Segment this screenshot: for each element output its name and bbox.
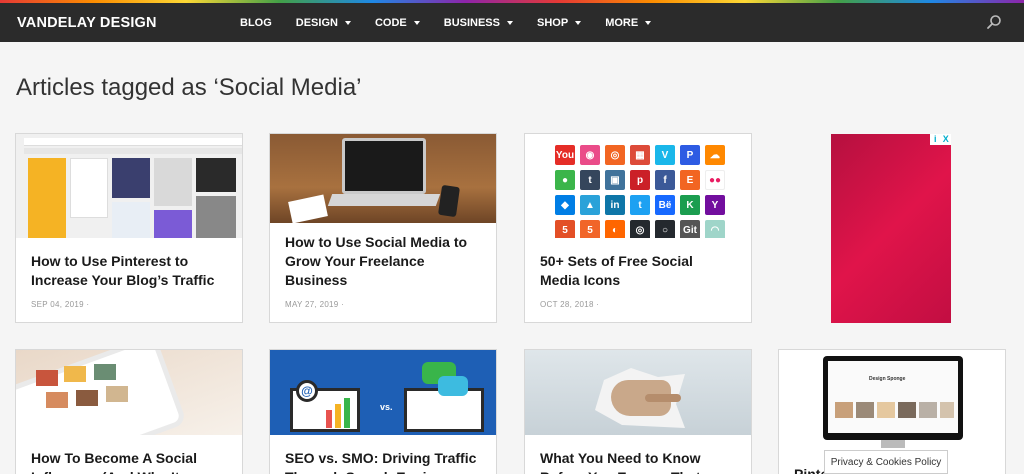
nav-item-business[interactable]: BUSINESS [444, 17, 513, 29]
nav-label: BUSINESS [443, 16, 500, 29]
article-card[interactable]: @ vs. SEO vs. SMO: Driving Traffic Throu… [269, 349, 497, 474]
advertisement[interactable] [831, 134, 951, 323]
nav-item-shop[interactable]: SHOP [537, 16, 582, 29]
nav-label: MORE [605, 16, 639, 29]
site-logo[interactable]: VANDELAY DESIGN [17, 15, 157, 31]
article-title[interactable]: How To Become A Social Influencer (And W… [16, 449, 242, 474]
social-media-icon: ◎ [630, 220, 650, 238]
nav-item-blog[interactable]: BLOG [240, 17, 272, 29]
nav-item-more[interactable]: MORE [605, 16, 652, 29]
social-media-icon: You [555, 145, 575, 165]
social-media-icon: t [630, 195, 650, 215]
nav-label: BLOG [240, 16, 272, 29]
article-card[interactable]: How to Use Pinterest to Increase Your Bl… [15, 133, 243, 323]
social-media-icon: K [680, 195, 700, 215]
social-media-icon: ☁ [705, 145, 725, 165]
social-media-icon: p [630, 170, 650, 190]
article-title[interactable]: How to Use Pinterest to Increase Your Bl… [16, 252, 242, 290]
nav-label: SHOP [537, 16, 569, 29]
social-media-icon: t [580, 170, 600, 190]
article-title[interactable]: SEO vs. SMO: Driving Traffic Through Sea… [270, 449, 496, 474]
social-media-icon: ▦ [630, 145, 650, 165]
social-media-icon: Y [705, 195, 725, 215]
social-media-icon: Git [680, 220, 700, 238]
article-thumbnail [525, 350, 751, 435]
ad-choices-badge[interactable]: i X [930, 134, 951, 145]
article-date: SEP 04, 2019 · [31, 300, 90, 309]
article-card[interactable]: How to Use Social Media to Grow Your Fre… [269, 133, 497, 323]
social-media-icon: ◎ [605, 145, 625, 165]
chevron-down-icon [507, 20, 513, 25]
social-media-icon: 5 [555, 220, 575, 238]
article-thumbnail: Design Sponge [779, 350, 1005, 451]
privacy-cookies-button[interactable]: Privacy & Cookies Policy [824, 450, 948, 474]
article-title[interactable]: What You Need to Know Before You Expose … [525, 449, 751, 474]
social-media-icon: E [680, 170, 700, 190]
social-media-icon: ◆ [555, 195, 575, 215]
chevron-down-icon [645, 20, 652, 25]
chevron-down-icon [344, 20, 351, 25]
nav-item-code[interactable]: CODE [375, 17, 420, 29]
nav-label: CODE [374, 16, 407, 29]
nav-item-design[interactable]: DESIGN [296, 17, 351, 29]
chevron-down-icon [575, 20, 582, 25]
article-thumbnail: @ vs. [270, 350, 496, 435]
page-title: Articles tagged as ‘Social Media’ [16, 74, 362, 101]
chevron-down-icon [413, 20, 420, 25]
top-navigation-bar: VANDELAY DESIGN BLOG DESIGN CODE BUSINES… [0, 3, 1024, 42]
vs-label: vs. [380, 402, 393, 412]
article-thumbnail [16, 134, 242, 238]
social-media-icon: ● [555, 170, 575, 190]
social-media-icon: ◠ [705, 220, 725, 238]
article-card[interactable]: You ◉ ◎ ▦ V P ☁ ● t ▣ p f E ●● ◆ ▲ in t Bë K Y 5 5 ◐ ◎ ○ Git ◠ 50+ … [524, 133, 752, 323]
close-icon[interactable]: X [941, 134, 952, 145]
article-thumbnail: You ◉ ◎ ▦ V P ☁ ● t ▣ p f E ●● ◆ ▲ in t Bë K Y 5 5 ◐ ◎ ○ Git ◠ [525, 134, 751, 238]
info-icon[interactable]: i [930, 134, 941, 145]
article-date: OCT 28, 2018 · [540, 300, 600, 309]
social-media-icon: ◉ [580, 145, 600, 165]
social-media-icon: ▣ [605, 170, 625, 190]
social-media-icon: ●● [705, 170, 725, 190]
social-media-icon: P [680, 145, 700, 165]
article-title[interactable]: How to Use Social Media to Grow Your Fre… [270, 233, 496, 290]
article-card[interactable]: How To Become A Social Influencer (And W… [15, 349, 243, 474]
article-title[interactable]: 50+ Sets of Free Social Media Icons [525, 252, 751, 290]
social-media-icon: ◐ [605, 220, 625, 238]
screen-title: Design Sponge [869, 376, 906, 382]
main-nav: BLOG DESIGN CODE BUSINESS SHOP MORE [240, 3, 675, 42]
social-media-icon: ▲ [580, 195, 600, 215]
social-media-icon: 5 [580, 220, 600, 238]
social-media-icon: ○ [655, 220, 675, 238]
social-media-icon: in [605, 195, 625, 215]
search-icon[interactable] [986, 14, 1002, 30]
article-date: MAY 27, 2019 · [285, 300, 345, 309]
article-thumbnail [16, 350, 242, 435]
nav-label: DESIGN [295, 16, 338, 29]
social-icons-grid: You ◉ ◎ ▦ V P ☁ ● t ▣ p f E ●● ◆ ▲ in t Bë K Y 5 5 ◐ ◎ ○ Git ◠ [555, 145, 725, 238]
social-media-icon: Bë [655, 195, 675, 215]
article-thumbnail [270, 134, 496, 223]
social-media-icon: V [655, 145, 675, 165]
social-media-icon: f [655, 170, 675, 190]
article-card[interactable]: What You Need to Know Before You Expose … [524, 349, 752, 474]
